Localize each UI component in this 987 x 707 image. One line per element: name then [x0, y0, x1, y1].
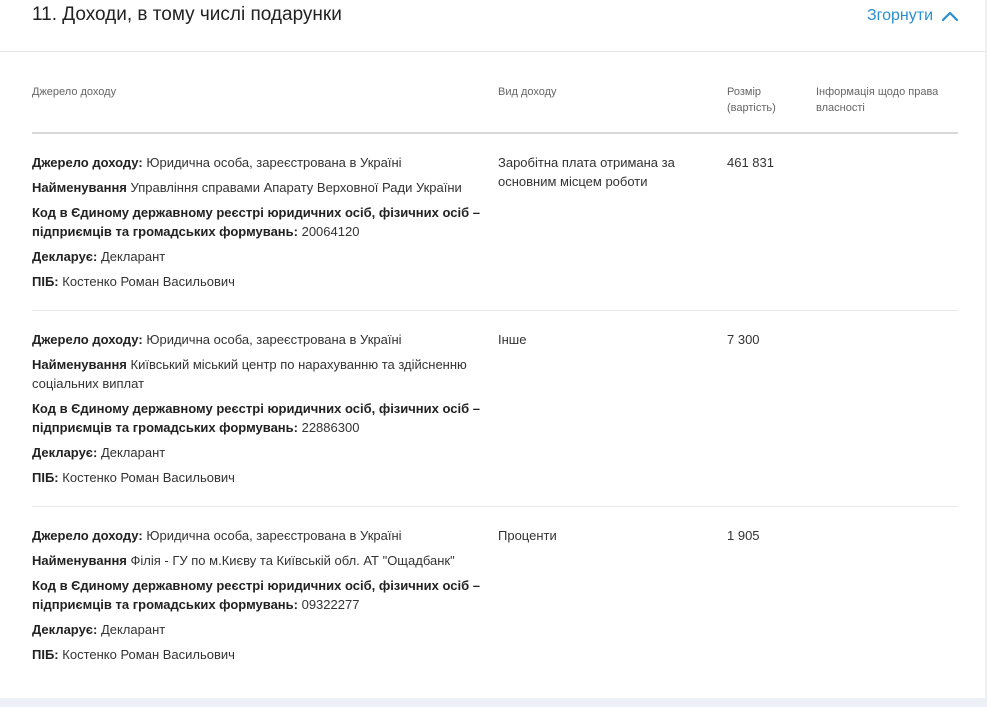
label-declarant: Декларує: [32, 445, 98, 460]
value-code: 22886300 [301, 420, 360, 435]
collapse-label: Згорнути [866, 7, 933, 24]
label-declarant: Декларує: [32, 622, 98, 637]
value-name: Управління справами Апарату Верховної Ра… [130, 180, 462, 195]
label-name: Найменування [32, 553, 127, 568]
value-declarant: Декларант [100, 445, 166, 460]
section-title: 11. Доходи, в тому числі подарунки [32, 4, 342, 25]
table-row: Джерело доходу: Юридична особа, зареєстр… [32, 526, 958, 676]
header-amount: Розмір (вартість) [727, 86, 776, 114]
value-fullname: Костенко Роман Васильович [62, 647, 235, 662]
label-code: Код в Єдиному державному реєстрі юридичн… [32, 401, 480, 435]
label-code: Код в Єдиному державному реєстрі юридичн… [32, 205, 480, 239]
collapse-button[interactable]: Згорнути [867, 7, 959, 25]
header-type: Вид доходу [498, 86, 557, 98]
header-ownership: Інформація щодо права власності [816, 86, 939, 114]
table-header: Джерело доходу Вид доходу Розмір (вартіс… [32, 84, 958, 134]
income-type: Проценти [498, 528, 557, 543]
value-declarant: Декларант [100, 249, 166, 264]
table-row: Джерело доходу: Юридична особа, зареєстр… [32, 153, 958, 311]
label-name: Найменування [32, 357, 127, 372]
label-fullname: ПІБ: [32, 274, 59, 289]
label-code: Код в Єдиному державному реєстрі юридичн… [32, 578, 480, 612]
label-name: Найменування [32, 180, 127, 195]
value-code: 20064120 [301, 224, 360, 239]
value-declarant: Декларант [100, 622, 166, 637]
label-source: Джерело доходу: [32, 528, 143, 543]
value-source: Юридична особа, зареєстрована в Україні [146, 332, 402, 347]
income-type: Інше [498, 332, 527, 347]
label-source: Джерело доходу: [32, 155, 143, 170]
value-source: Юридична особа, зареєстрована в Україні [146, 528, 402, 543]
value-fullname: Костенко Роман Васильович [62, 274, 235, 289]
income-details: Джерело доходу: Юридична особа, зареєстр… [32, 153, 482, 297]
chevron-up-icon [941, 10, 959, 22]
income-amount: 461 831 [727, 155, 774, 170]
value-fullname: Костенко Роман Васильович [62, 470, 235, 485]
income-amount: 7 300 [727, 332, 760, 347]
income-type: Заробітна плата отримана за основним міс… [498, 155, 675, 189]
section-header: 11. Доходи, в тому числі подарунки Згорн… [0, 0, 985, 52]
value-source: Юридична особа, зареєстрована в Україні [146, 155, 402, 170]
page-background-strip [0, 698, 987, 707]
income-details: Джерело доходу: Юридична особа, зареєстр… [32, 330, 482, 493]
table-row: Джерело доходу: Юридична особа, зареєстр… [32, 330, 958, 507]
income-details: Джерело доходу: Юридична особа, зареєстр… [32, 526, 482, 670]
label-declarant: Декларує: [32, 249, 98, 264]
label-fullname: ПІБ: [32, 470, 59, 485]
income-amount: 1 905 [727, 528, 760, 543]
value-name: Філія - ГУ по м.Києву та Київській обл. … [130, 553, 455, 568]
label-source: Джерело доходу: [32, 332, 143, 347]
label-fullname: ПІБ: [32, 647, 59, 662]
value-code: 09322277 [301, 597, 360, 612]
income-section-card: 11. Доходи, в тому числі подарунки Згорн… [0, 0, 987, 698]
header-source: Джерело доходу [32, 86, 117, 98]
